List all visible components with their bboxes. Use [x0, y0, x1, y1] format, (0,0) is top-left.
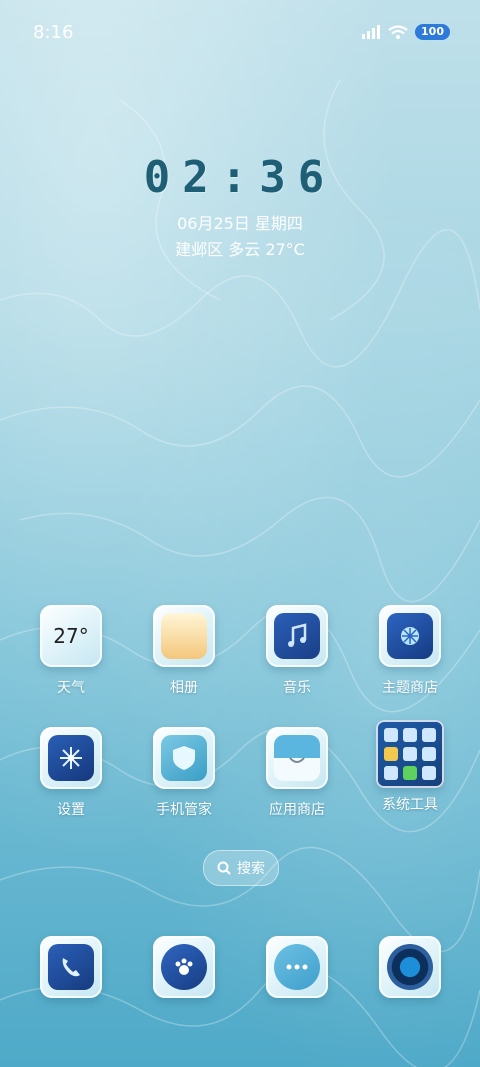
music-icon	[266, 605, 328, 667]
phone-manager-icon	[153, 727, 215, 789]
app-label: 主题商店	[382, 680, 438, 696]
camera-icon	[379, 936, 441, 998]
app-label: 系统工具	[382, 797, 438, 813]
app-label: 设置	[57, 802, 85, 818]
app-gallery[interactable]: 相册	[134, 605, 234, 697]
dock-phone[interactable]	[21, 936, 121, 998]
app-theme-store[interactable]: 主题商店	[360, 605, 460, 697]
app-label: 相册	[170, 680, 198, 696]
app-label: 应用商店	[269, 802, 325, 818]
phone-icon	[40, 936, 102, 998]
dock-contacts[interactable]	[134, 936, 234, 998]
theme-store-icon	[379, 605, 441, 667]
home-weather[interactable]: 建邺区 多云 27°C	[0, 236, 480, 260]
gallery-icon	[153, 605, 215, 667]
app-store-icon	[266, 727, 328, 789]
app-label: 音乐	[283, 680, 311, 696]
weather-temp-badge: 27°	[53, 624, 89, 648]
search-button[interactable]: 搜索	[203, 850, 279, 886]
app-label: 天气	[57, 680, 85, 696]
home-date: 06月25日 星期四	[177, 214, 303, 233]
battery-indicator: 100	[415, 24, 450, 40]
status-time: 8:16	[33, 22, 74, 43]
contacts-paw-icon	[153, 936, 215, 998]
search-icon	[217, 861, 231, 875]
settings-icon	[40, 727, 102, 789]
app-label: 手机管家	[156, 802, 212, 818]
dock-camera[interactable]	[360, 936, 460, 998]
app-phone-manager[interactable]: 手机管家	[134, 727, 234, 819]
app-app-store[interactable]: 应用商店	[247, 727, 347, 819]
status-bar: 8:16 100	[0, 0, 480, 68]
dock-messages[interactable]	[247, 936, 347, 998]
wifi-icon	[388, 24, 408, 39]
weather-icon: 27°	[40, 605, 102, 667]
app-weather[interactable]: 27° 天气	[21, 605, 121, 697]
app-music[interactable]: 音乐	[247, 605, 347, 697]
folder-system-tools[interactable]: 系统工具	[360, 720, 460, 814]
system-tools-folder-icon	[376, 720, 444, 788]
search-label: 搜索	[237, 861, 265, 877]
signal-icon	[362, 25, 381, 39]
home-clock[interactable]: 02:36	[0, 152, 480, 203]
app-settings[interactable]: 设置	[21, 727, 121, 819]
messages-icon	[266, 936, 328, 998]
